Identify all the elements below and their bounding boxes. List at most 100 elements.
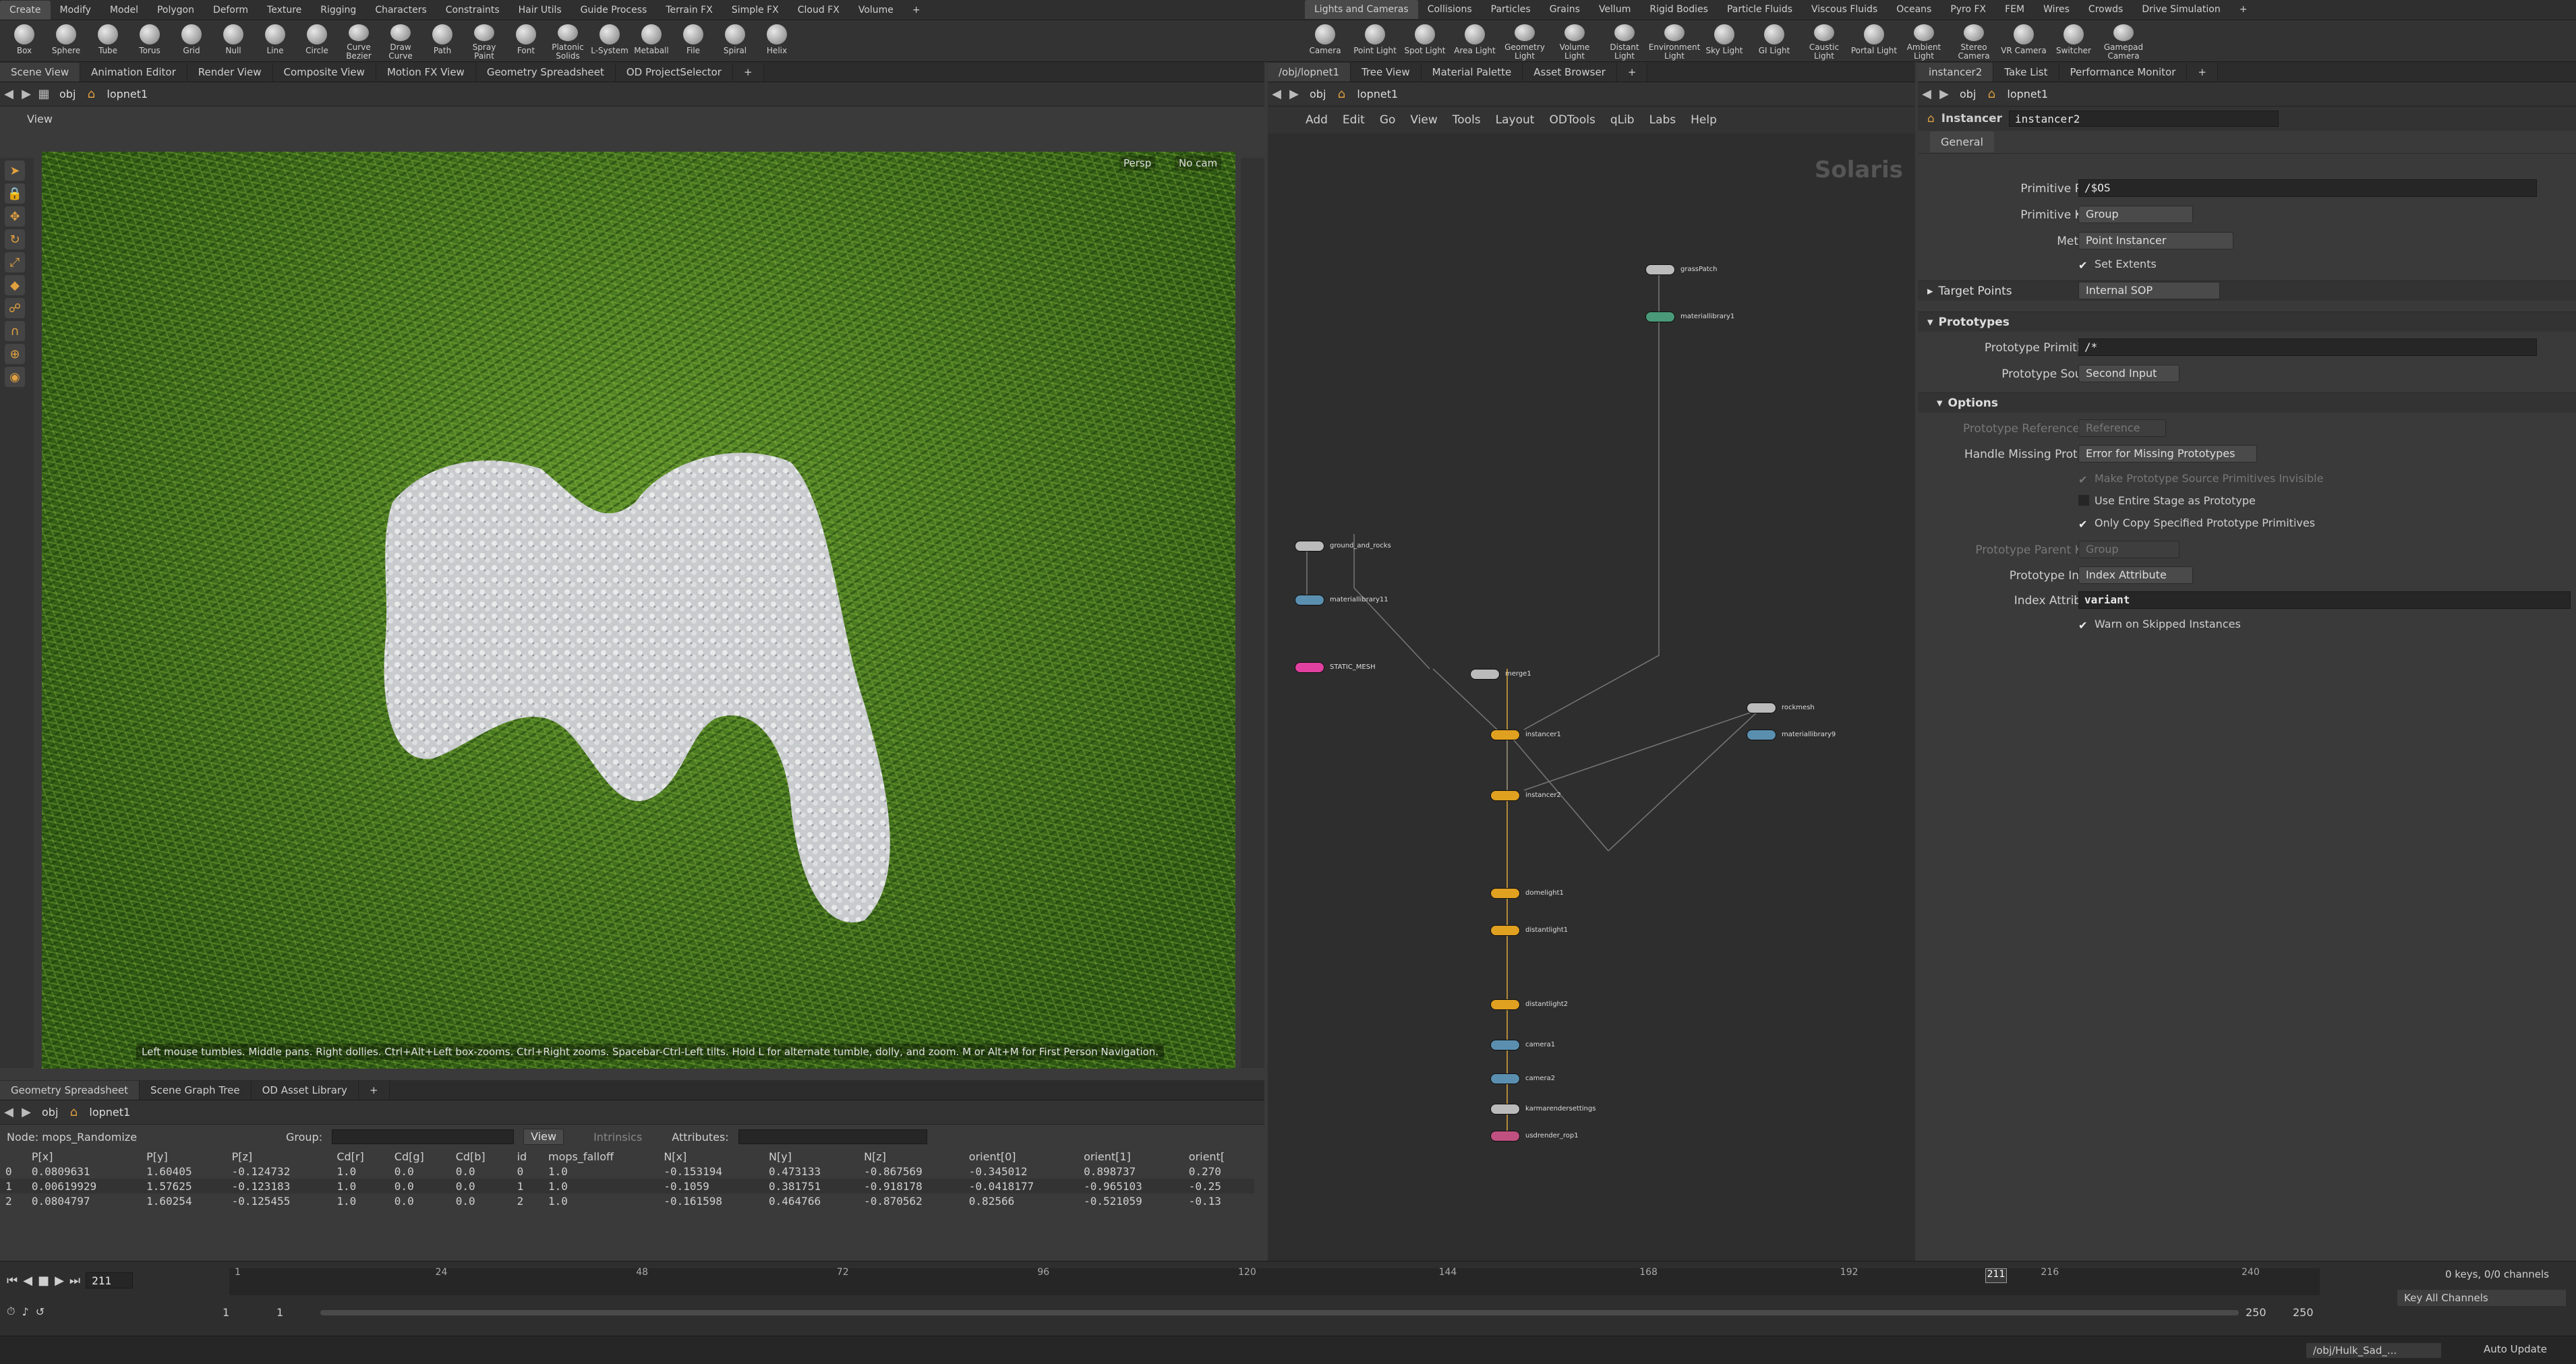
shelf-tab[interactable]: Model — [100, 1, 148, 20]
shelf-tab[interactable]: Rigid Bodies — [1640, 0, 1718, 19]
prototype-source-menu[interactable]: Second Input — [2078, 365, 2179, 382]
shelf-tab[interactable]: Lights and Cameras — [1305, 0, 1418, 19]
jump-end-icon[interactable]: ⏭ — [69, 1274, 80, 1288]
node-name-field[interactable]: instancer2 — [2009, 111, 2279, 127]
warn-skipped-checkbox[interactable]: ✔ Warn on Skipped Instances — [2078, 618, 2241, 632]
loop-icon[interactable]: ↺ — [36, 1305, 45, 1318]
shelf-tool[interactable]: Font — [506, 24, 546, 61]
shelf-tool[interactable]: Distant Light — [1601, 24, 1648, 61]
shelf-tab[interactable]: Oceans — [1887, 0, 1941, 19]
shelf-tool[interactable]: Spiral — [715, 24, 755, 61]
end-frame-b[interactable]: 250 — [2293, 1306, 2333, 1319]
network-node[interactable] — [1295, 662, 1324, 673]
back-icon[interactable]: ◀ — [1918, 86, 1935, 103]
column-header[interactable]: N[z] — [858, 1149, 964, 1164]
shelf-tool[interactable]: Ambient Light — [1900, 24, 1948, 61]
magnet-icon[interactable]: ∩ — [5, 321, 25, 341]
shelf-tool[interactable]: Portal Light — [1850, 24, 1898, 61]
prototype-index-menu[interactable]: Index Attribute — [2078, 566, 2193, 584]
network-node[interactable] — [1490, 730, 1520, 740]
key-all-button[interactable]: Key All Channels — [2397, 1290, 2566, 1306]
shelf-tab[interactable]: Particles — [1482, 0, 1540, 19]
path-root[interactable]: obj — [35, 1106, 65, 1119]
shelf-tab[interactable]: Wires — [2034, 0, 2079, 19]
network-node[interactable] — [1645, 312, 1675, 322]
shelf-tab[interactable]: Collisions — [1418, 0, 1482, 19]
column-header[interactable]: N[x] — [658, 1149, 763, 1164]
realtime-icon[interactable]: ⏱ — [7, 1305, 15, 1318]
pane-tab[interactable]: Composite View — [272, 63, 376, 82]
pane-tab[interactable]: OD Asset Library — [251, 1081, 359, 1100]
network-node[interactable] — [1490, 925, 1520, 936]
pane-tab[interactable]: Geometry Spreadsheet — [0, 1081, 140, 1100]
shelf-tool[interactable]: Volume Light — [1551, 24, 1598, 61]
pose-tool-icon[interactable]: ☍ — [5, 298, 25, 318]
use-entire-stage-checkbox[interactable]: Use Entire Stage as Prototype — [2078, 494, 2256, 507]
shelf-tool[interactable]: Null — [213, 24, 254, 61]
step-back-icon[interactable]: ◀ — [23, 1274, 32, 1288]
path-node[interactable]: lopnet1 — [100, 88, 154, 100]
shelf-tool[interactable]: Area Light — [1451, 24, 1498, 61]
primitive-kind-menu[interactable]: Group — [2078, 206, 2193, 223]
back-icon[interactable]: ◀ — [0, 1104, 18, 1121]
method-menu[interactable]: Point Instancer — [2078, 232, 2233, 249]
pane-tab[interactable]: instancer2 — [1918, 63, 1994, 82]
persp-menu[interactable]: Persp — [1119, 156, 1156, 171]
network-node[interactable] — [1295, 595, 1324, 605]
shelf-tool[interactable]: Sky Light — [1701, 24, 1748, 61]
current-frame-field[interactable]: 211 — [86, 1272, 134, 1288]
shelf-tab[interactable]: Viscous Fluids — [1802, 0, 1887, 19]
select-tool-icon[interactable]: ➤ — [5, 160, 25, 181]
shelf-tab[interactable]: Create — [0, 0, 51, 20]
play-icon[interactable]: ▶ — [55, 1274, 64, 1288]
table-row[interactable]: 0 0.0809631 1.60405 -0.124732 1.0 0.0 0.0 0 1.0 -… — [0, 1164, 1254, 1179]
network-node[interactable] — [1490, 1040, 1520, 1050]
shelf-tab[interactable]: Simple FX — [722, 1, 788, 20]
network-node[interactable] — [1490, 1131, 1520, 1141]
camera-tool-icon[interactable]: ◉ — [5, 367, 25, 387]
shelf-tool[interactable]: VR Camera — [2000, 24, 2047, 61]
shelf-tab[interactable]: Constraints — [436, 1, 509, 20]
shelf-tool[interactable]: Spray Paint — [464, 24, 504, 61]
column-header[interactable]: id — [512, 1149, 543, 1164]
only-copy-checkbox[interactable]: ✔ Only Copy Specified Prototype Primitive… — [2078, 516, 2315, 531]
path-node[interactable]: lopnet1 — [2000, 88, 2055, 100]
pane-tab[interactable]: Render View — [187, 63, 273, 82]
viewport-canvas[interactable]: Persp No cam Left mouse tumbles. Middle … — [42, 152, 1235, 1069]
shelf-tab[interactable]: Cloud FX — [788, 1, 849, 20]
shelf-tool[interactable]: Stereo Camera — [1950, 24, 1997, 61]
view-menu[interactable]: View — [523, 1129, 564, 1145]
pane-tab[interactable]: Motion FX View — [376, 63, 476, 82]
shelf-tool[interactable]: Helix — [757, 24, 797, 61]
shelf-tool[interactable]: Caustic Light — [1801, 24, 1848, 61]
shelf-tool[interactable]: Metaball — [631, 24, 672, 61]
pane-tab[interactable]: Scene View — [0, 63, 81, 82]
rotate-tool-icon[interactable]: ↻ — [5, 229, 25, 249]
pane-tab[interactable]: Take List — [1993, 63, 2059, 82]
column-header[interactable]: Cd[r] — [331, 1149, 388, 1164]
parent-kind-menu[interactable]: Group — [2078, 541, 2179, 558]
network-node[interactable] — [1645, 264, 1675, 275]
intrinsics-label[interactable]: Intrinsics — [593, 1131, 642, 1144]
shelf-tab[interactable]: Particle Fluids — [1718, 0, 1802, 19]
group-input[interactable] — [332, 1129, 515, 1144]
shelf-tool[interactable]: Gamepad Camera — [2100, 24, 2147, 61]
audio-icon[interactable]: ♪ — [22, 1305, 28, 1318]
shelf-tool[interactable]: Platonic Solids — [548, 24, 588, 61]
start-frame-b[interactable]: 1 — [276, 1306, 317, 1319]
column-header[interactable]: orient[1] — [1078, 1149, 1183, 1164]
set-extents-checkbox[interactable]: ✔ Set Extents — [2078, 258, 2157, 272]
pane-tab[interactable]: Scene Graph Tree — [140, 1081, 252, 1100]
shelf-tool[interactable]: Environment Light — [1649, 24, 1700, 61]
make-invisible-checkbox[interactable]: ✔ Make Prototype Source Primitives Invisi… — [2078, 472, 2323, 486]
column-header[interactable]: N[y] — [763, 1149, 858, 1164]
shelf-tool[interactable]: Spot Light — [1401, 24, 1448, 61]
column-header[interactable]: Cd[b] — [450, 1149, 512, 1164]
shelf-tab[interactable]: + — [903, 1, 930, 20]
pane-tab[interactable]: + — [2187, 63, 2218, 82]
shelf-tab[interactable]: Pyro FX — [1941, 0, 1995, 19]
handle-tool-icon[interactable]: ◆ — [5, 275, 25, 295]
column-header[interactable]: mops_falloff — [543, 1149, 658, 1164]
status-path[interactable]: /obj/Hulk_Sad_... — [2306, 1343, 2441, 1358]
shelf-tab[interactable]: FEM — [1995, 0, 2034, 19]
